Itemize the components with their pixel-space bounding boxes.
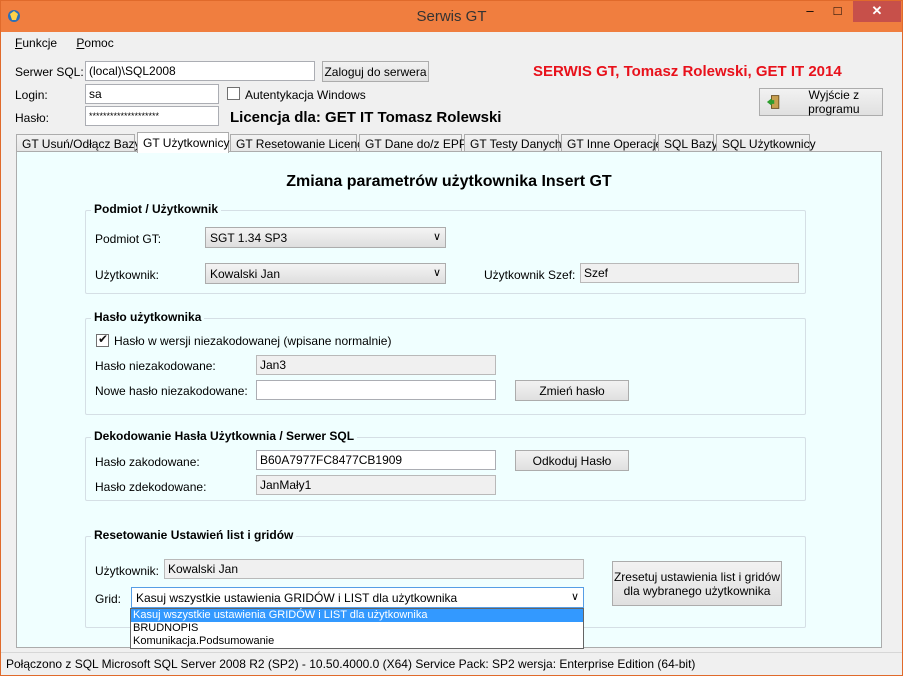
app-window: Serwis GT – □ ✕ Funkcje Pomoc Serwer SQL… — [0, 0, 903, 676]
group-title: Hasło użytkownika — [91, 310, 205, 324]
reset-grid-button[interactable]: Zresetuj ustawienia list i gridów dla wy… — [612, 561, 782, 606]
tab-gt-epp[interactable]: GT Dane do/z EPP — [359, 134, 467, 152]
panel-title: Zmiana parametrów użytkownika Insert GT — [286, 173, 612, 190]
password-input[interactable]: ******************** — [85, 106, 219, 126]
decode-button[interactable]: Odkoduj Hasło — [515, 450, 629, 471]
exit-door-icon — [766, 95, 780, 109]
user-select[interactable]: Kowalski Jan ∨ — [205, 263, 446, 284]
subject-label: Podmiot GT: — [95, 232, 162, 246]
close-button[interactable]: ✕ — [853, 1, 901, 22]
menu-label: unkcje — [22, 36, 58, 50]
exit-button-label: Wyjście z programu — [808, 88, 860, 116]
server-input[interactable]: (local)\SQL2008 — [85, 61, 315, 81]
chevron-down-icon: ∨ — [432, 231, 441, 243]
group-title: Resetowanie Ustawień list i gridów — [91, 528, 297, 542]
tab-panel: Zmiana parametrów użytkownika Insert GT … — [16, 151, 882, 648]
chevron-down-icon: ∨ — [432, 267, 441, 279]
title-bar[interactable]: Serwis GT – □ ✕ — [1, 1, 902, 32]
plain-password-checkbox-label: Hasło w wersji niezakodowanej (wpisane n… — [114, 334, 392, 348]
boss-field: Szef — [580, 263, 799, 283]
decoded-field: JanMały1 — [256, 475, 496, 495]
user-label: Użytkownik: — [95, 268, 160, 282]
grid-option[interactable]: BRUDNOPIS — [131, 622, 583, 635]
encoded-label: Hasło zakodowane: — [95, 455, 200, 469]
group-title: Dekodowanie Hasła Użytkownia / Serwer SQ… — [91, 429, 358, 443]
login-label: Login: — [15, 88, 48, 102]
plain-password-field: Jan3 — [256, 355, 496, 375]
plain-password-label: Hasło niezakodowane: — [95, 359, 216, 373]
login-button[interactable]: Zaloguj do serwera — [322, 61, 429, 82]
tab-gt-testy[interactable]: GT Testy Danych — [464, 134, 562, 152]
windows-auth-checkbox[interactable] — [227, 87, 240, 100]
status-bar: Połączono z SQL Microsoft SQL Server 200… — [1, 652, 902, 675]
tab-gt-usun[interactable]: GT Usuń/Odłącz Bazy — [16, 134, 141, 152]
reset-user-field: Kowalski Jan — [164, 559, 584, 579]
decoded-label: Hasło zdekodowane: — [95, 480, 207, 494]
reset-grid-button-line2: dla wybranego użytkownika — [623, 583, 771, 598]
windows-auth-label: Autentykacja Windows — [245, 88, 366, 102]
user-select-value: Kowalski Jan — [210, 267, 281, 281]
plain-password-checkbox[interactable] — [96, 332, 109, 347]
change-password-button[interactable]: Zmień hasło — [515, 380, 629, 401]
password-group: Hasło użytkownika Hasło w wersji niezako… — [85, 310, 806, 415]
grid-select-value: Kasuj wszystkie ustawienia GRIDÓW i LIST… — [136, 591, 458, 605]
menu-label: omoc — [84, 36, 114, 50]
encoded-input[interactable]: B60A7977FC8477CB1909 — [256, 450, 496, 470]
grid-select[interactable]: Kasuj wszystkie ustawienia GRIDÓW i LIST… — [131, 587, 584, 608]
tab-gt-inne[interactable]: GT Inne Operacje — [561, 134, 662, 152]
grid-option[interactable]: Kasuj wszystkie ustawienia GRIDÓW i LIST… — [131, 609, 583, 622]
password-label: Hasło: — [15, 111, 50, 125]
menu-pomoc[interactable]: Pomoc — [70, 34, 113, 50]
maximize-button[interactable]: □ — [824, 1, 851, 22]
login-input[interactable]: sa — [85, 84, 219, 104]
licence-text: Licencja dla: GET IT Tomasz Rolewski — [230, 109, 502, 126]
subject-select[interactable]: SGT 1.34 SP3 ∨ — [205, 227, 446, 248]
tab-sql-uzytkownicy[interactable]: SQL Użytkownicy — [716, 134, 816, 152]
reset-user-label: Użytkownik: — [95, 564, 160, 578]
tab-gt-resetowanie[interactable]: GT Resetowanie Licencji — [230, 134, 369, 152]
minimize-button[interactable]: – — [796, 1, 824, 22]
grid-label: Grid: — [95, 592, 122, 606]
tab-sql-bazy[interactable]: SQL Bazy — [658, 134, 718, 152]
server-label: Serwer SQL: — [15, 65, 84, 79]
chevron-down-icon: ∨ — [570, 591, 579, 603]
boss-label: Użytkownik Szef: — [484, 268, 576, 282]
grid-dropdown-list[interactable]: Kasuj wszystkie ustawienia GRIDÓW i LIST… — [130, 608, 584, 649]
grid-option[interactable]: Komunikacja.Podsumowanie — [131, 635, 583, 648]
tab-gt-uzytkownicy[interactable]: GT Użytkownicy — [137, 132, 229, 153]
exit-button[interactable]: Wyjście z programu — [759, 88, 883, 116]
new-password-input[interactable] — [256, 380, 496, 400]
brand-text: SERWIS GT, Tomasz Rolewski, GET IT 2014 — [533, 63, 842, 80]
group-title: Podmiot / Użytkownik — [91, 202, 222, 216]
reset-grid-button-line1: Zresetuj ustawienia list i gridów — [613, 569, 781, 584]
new-password-label: Nowe hasło niezakodowane: — [95, 384, 248, 398]
menu-bar: Funkcje Pomoc — [9, 34, 124, 54]
menu-funkcje[interactable]: Funkcje — [9, 34, 57, 50]
window-title: Serwis GT — [416, 8, 487, 25]
decode-group: Dekodowanie Hasła Użytkownia / Serwer SQ… — [85, 429, 806, 501]
subject-select-value: SGT 1.34 SP3 — [210, 231, 288, 245]
subject-group: Podmiot / Użytkownik Podmiot GT: SGT 1.3… — [85, 202, 806, 294]
